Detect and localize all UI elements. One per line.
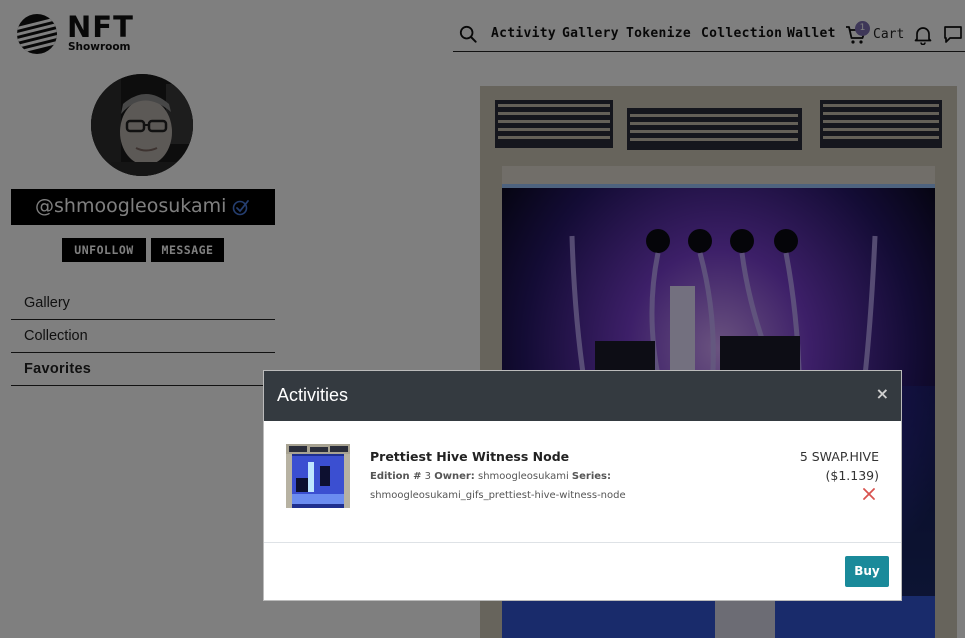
buy-button[interactable]: Buy xyxy=(845,556,889,587)
nft-series: shmoogleosukami_gifs_prettiest-hive-witn… xyxy=(370,490,626,501)
edition-number: 3 xyxy=(424,471,432,482)
modal-title: Activities xyxy=(277,385,349,405)
modal-footer-divider xyxy=(264,542,901,543)
nft-price: 5 SWAP.HIVE xyxy=(799,449,879,464)
series-label: Series: xyxy=(571,471,611,482)
owner-label: Owner: xyxy=(434,471,475,482)
remove-icon[interactable] xyxy=(862,487,876,501)
nft-price-usd: ($1.139) xyxy=(825,468,880,483)
owner-name[interactable]: shmoogleosukami xyxy=(478,471,569,482)
close-icon[interactable]: × xyxy=(876,384,889,403)
nft-thumbnail[interactable] xyxy=(286,444,350,508)
activities-modal: Activities × Prettiest Hive Witness Node… xyxy=(263,370,902,601)
nft-edition-owner: Edition # 3 Owner: shmoogleosukami Serie… xyxy=(370,471,611,482)
nft-title[interactable]: Prettiest Hive Witness Node xyxy=(370,449,569,464)
edition-label: Edition # xyxy=(370,471,422,482)
modal-header: Activities × xyxy=(264,371,901,421)
